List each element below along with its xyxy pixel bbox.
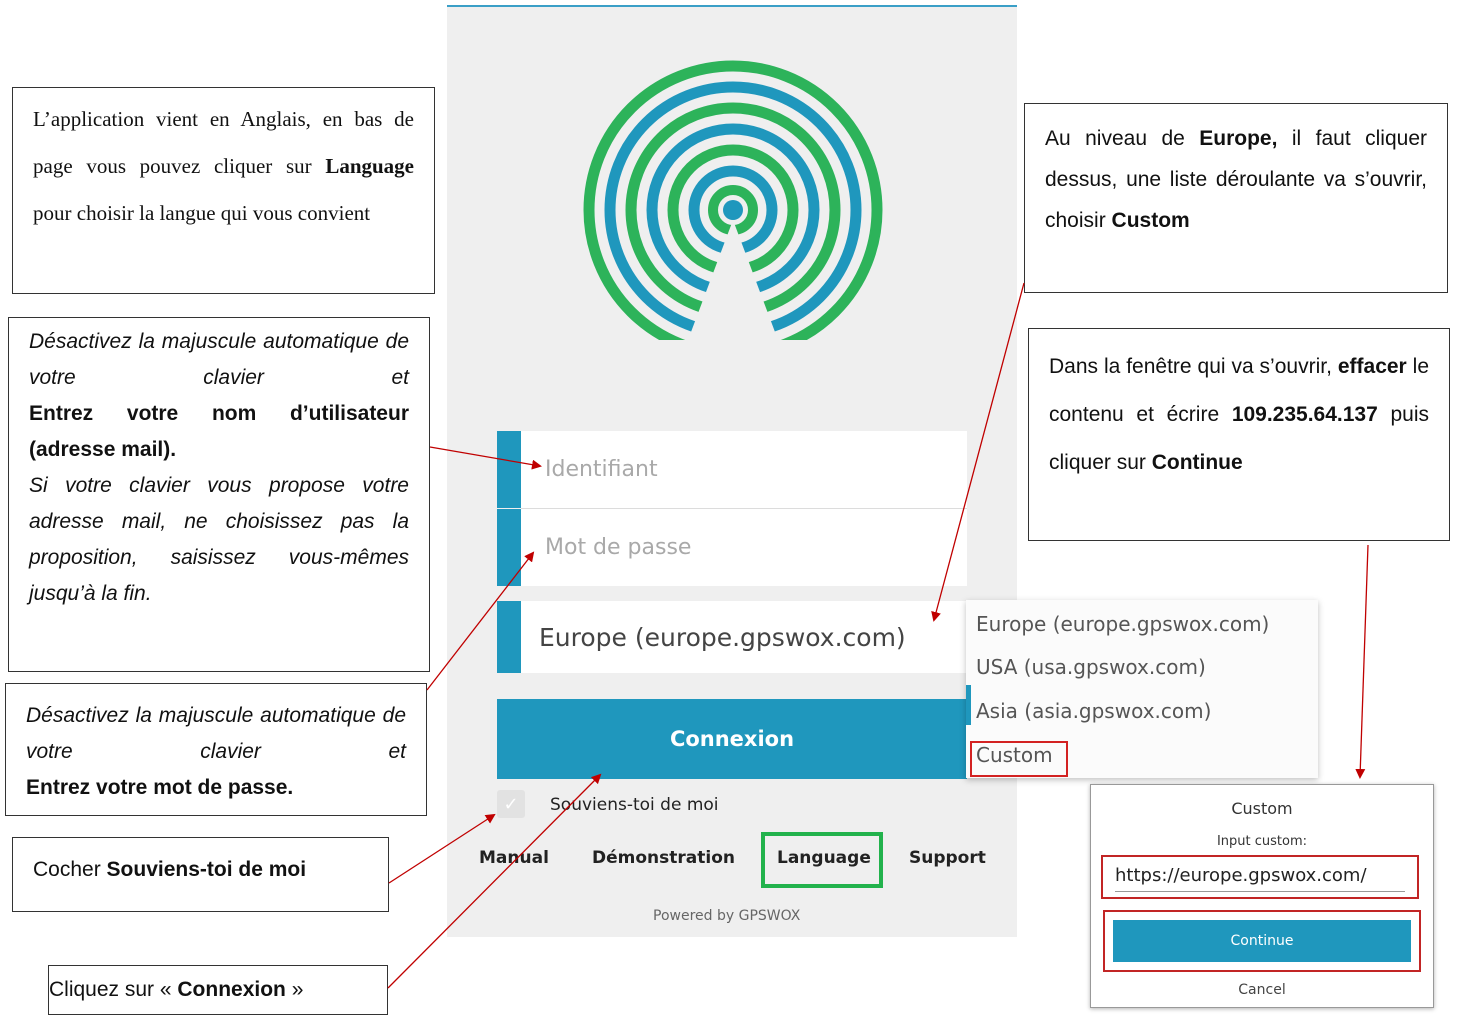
note-text: Dans la fenêtre qui va s’ouvrir, xyxy=(1049,355,1338,378)
custom-url-input[interactable]: https://europe.gpswox.com/ xyxy=(1101,855,1419,899)
note-europe: Au niveau de Europe, il faut cliquer des… xyxy=(1024,103,1448,293)
footer-link-demonstration[interactable]: Démonstration xyxy=(592,848,735,868)
footer-link-manual[interactable]: Manual xyxy=(479,848,549,868)
server-selected-value: Europe (europe.gpswox.com) xyxy=(539,623,906,652)
note-bold: Europe, xyxy=(1199,127,1278,150)
note-bold: 109.235.64.137 xyxy=(1231,403,1378,426)
dropdown-option-asia[interactable]: Asia (asia.gpswox.com) xyxy=(976,699,1211,723)
powered-by: Powered by GPSWOX xyxy=(653,908,801,924)
remember-checkbox[interactable]: ✓ xyxy=(497,790,525,818)
arrow-custom xyxy=(1355,544,1369,779)
password-field[interactable]: Mot de passe xyxy=(497,509,967,586)
field-accent-bar xyxy=(497,431,521,508)
custom-dialog: Custom Input custom: https://europe.gpsw… xyxy=(1090,784,1434,1008)
dialog-label: Input custom: xyxy=(1216,834,1308,849)
dropdown-option-europe[interactable]: Europe (europe.gpswox.com) xyxy=(976,612,1269,636)
note-bold-line: Entrez votre nom d’utilisateur (adresse … xyxy=(29,402,409,461)
input-underline xyxy=(1115,891,1405,892)
note-bold: effacer xyxy=(1337,355,1407,378)
note-bold: Custom xyxy=(1111,209,1190,232)
note-custom: Dans la fenêtre qui va s’ouvrir, effacer… xyxy=(1028,328,1450,541)
custom-highlight-box xyxy=(970,741,1068,777)
note-username: Désactivez la majuscule automatique de v… xyxy=(8,317,430,672)
note-text: Cliquez sur « xyxy=(49,978,178,1001)
password-placeholder: Mot de passe xyxy=(545,535,692,560)
dropdown-option-usa[interactable]: USA (usa.gpswox.com) xyxy=(976,655,1206,679)
note-text: Cocher xyxy=(33,858,107,881)
note-password: Désactivez la majuscule automatique de v… xyxy=(5,683,427,816)
note-text: pour choisir la langue qui vous convient xyxy=(33,201,371,225)
note-line: Si votre clavier vous propose votre adre… xyxy=(29,474,409,605)
footer-link-support[interactable]: Support xyxy=(909,848,986,868)
continue-highlight-box: Continue xyxy=(1103,910,1421,972)
note-text: » xyxy=(285,978,304,1001)
cancel-button[interactable]: Cancel xyxy=(1091,982,1433,998)
note-line: Désactivez la majuscule automatique de v… xyxy=(26,704,406,763)
remember-label: Souviens-toi de moi xyxy=(550,795,719,815)
dropdown-selection-bar xyxy=(966,685,971,725)
note-bold-line: Entrez votre mot de passe. xyxy=(26,776,294,799)
language-highlight-box xyxy=(761,832,883,888)
note-language: L’application vient en Anglais, en bas d… xyxy=(12,87,435,294)
field-accent-bar xyxy=(497,601,521,673)
gpswox-logo xyxy=(583,60,883,340)
connexion-button[interactable]: Connexion xyxy=(497,699,967,779)
note-bold: Continue xyxy=(1151,451,1243,474)
username-field[interactable]: Identifiant xyxy=(497,431,967,508)
custom-url-value: https://europe.gpswox.com/ xyxy=(1115,865,1367,886)
note-text: Au niveau de xyxy=(1045,127,1200,150)
note-remember: Cocher Souviens-toi de moi xyxy=(12,837,389,912)
dialog-title: Custom xyxy=(1231,799,1293,818)
note-bold: Language xyxy=(325,154,414,178)
note-bold: Souviens-toi de moi xyxy=(106,858,307,881)
field-accent-bar xyxy=(497,509,521,586)
continue-button[interactable]: Continue xyxy=(1113,920,1411,962)
note-bold: Connexion xyxy=(177,978,286,1001)
note-line: Désactivez la majuscule automatique de v… xyxy=(29,330,409,389)
username-placeholder: Identifiant xyxy=(545,457,658,482)
server-select[interactable]: Europe (europe.gpswox.com) xyxy=(497,601,967,673)
